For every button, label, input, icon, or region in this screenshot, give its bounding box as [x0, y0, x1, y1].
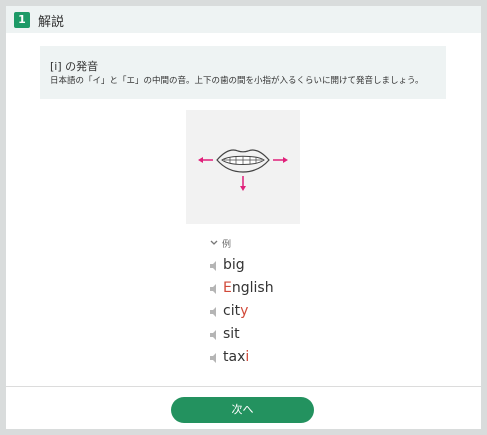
examples-toggle-label: 例 — [222, 240, 232, 250]
word-letters: nglish — [231, 280, 274, 296]
example-word-row[interactable]: big — [209, 257, 329, 277]
example-word-row[interactable]: sit — [209, 326, 329, 346]
speaker-icon[interactable] — [209, 260, 219, 272]
word-letters: big — [223, 257, 245, 273]
example-word: big — [223, 257, 245, 273]
speaker-icon[interactable] — [209, 329, 219, 341]
explanation-title: [i] の発音 — [50, 60, 99, 73]
highlighted-letters: i — [245, 349, 250, 365]
highlighted-letters: y — [240, 303, 249, 319]
word-letters: tax — [223, 349, 246, 365]
speaker-icon[interactable] — [209, 306, 219, 318]
example-word-row[interactable]: English — [209, 280, 329, 300]
example-word-row[interactable]: taxi — [209, 349, 329, 369]
footer-divider — [6, 386, 481, 387]
explanation-box: [i] の発音 日本語の「イ」と「エ」の中間の音。上下の歯の間を小指が入るくらい… — [40, 46, 446, 99]
examples-toggle[interactable]: 例 — [209, 236, 249, 250]
speaker-icon[interactable] — [209, 352, 219, 364]
lesson-panel: 1 解説 [i] の発音 日本語の「イ」と「エ」の中間の音。上下の歯の間を小指が… — [6, 6, 481, 429]
example-word: taxi — [223, 349, 249, 365]
next-button[interactable]: 次へ — [171, 397, 314, 423]
section-header: 1 解説 — [6, 6, 481, 33]
example-word: sit — [223, 326, 240, 342]
example-word: English — [223, 280, 274, 296]
highlighted-letters: E — [223, 280, 232, 296]
speaker-icon[interactable] — [209, 283, 219, 295]
section-title: 解説 — [38, 15, 65, 30]
word-letters: sit — [223, 326, 240, 342]
section-number-badge: 1 — [14, 12, 30, 28]
chevron-down-icon — [210, 240, 218, 245]
mouth-diagram-icon — [198, 149, 288, 191]
example-word-row[interactable]: city — [209, 303, 329, 323]
word-letters: cit — [223, 303, 241, 319]
example-word: city — [223, 303, 248, 319]
mouth-illustration — [186, 110, 300, 224]
explanation-body: 日本語の「イ」と「エ」の中間の音。上下の歯の間を小指が入るくらいに開けて発音しま… — [50, 76, 424, 86]
